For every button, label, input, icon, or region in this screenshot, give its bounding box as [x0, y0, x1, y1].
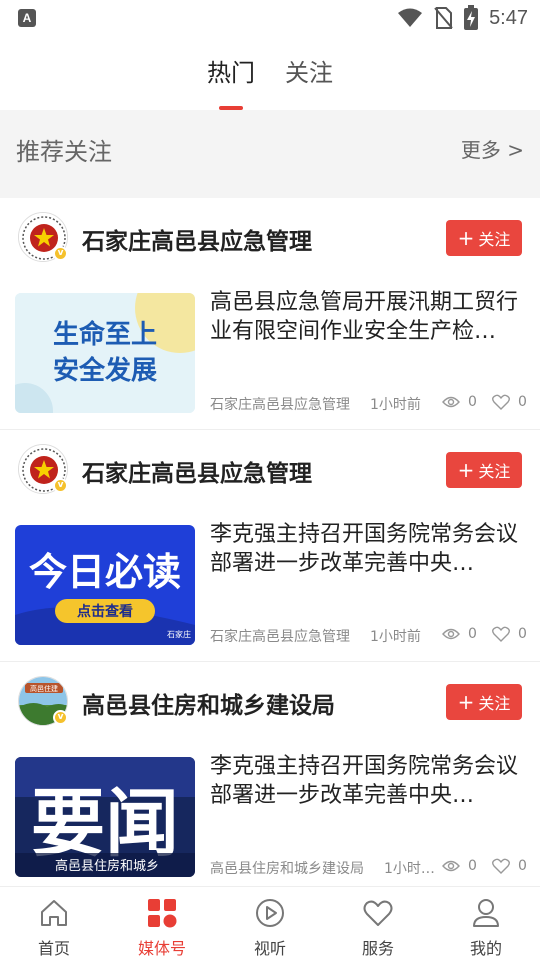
article-title[interactable]: 高邑县应急管局开展汛期工贸行业有限空间作业安全生产检…	[210, 288, 525, 346]
no-sim-icon	[434, 7, 453, 29]
views-count: 0	[442, 858, 477, 874]
card-header: v 石家庄高邑县应急管理 + 关注	[0, 430, 540, 510]
recommend-header: 推荐关注 更多 >	[0, 110, 540, 198]
thumb-button: 点击查看	[77, 603, 133, 620]
battery-charging-icon	[464, 5, 479, 30]
thumbnail-art: 要闻 高邑县住房和城乡	[15, 757, 195, 877]
card-header: 高邑住建 v 高邑县住房和城乡建设局 + 关注	[0, 662, 540, 742]
article-title[interactable]: 李克强主持召开国务院常务会议 部署进一步改革完善中央…	[210, 520, 525, 578]
nav-profile[interactable]: 我的	[432, 887, 540, 960]
org-name[interactable]: 石家庄高邑县应急管理	[82, 454, 312, 488]
thumbnail-art: 生命至上 安全发展	[15, 293, 195, 413]
article-source: 石家庄高邑县应急管理	[210, 629, 350, 645]
heart-outline-icon	[492, 626, 510, 642]
nav-media-label: 媒体号	[137, 939, 186, 958]
play-circle-icon	[256, 899, 284, 927]
org-name[interactable]: 高邑县住房和城乡建设局	[82, 686, 335, 720]
nav-service-label: 服务	[361, 939, 394, 958]
article-thumbnail[interactable]: 生命至上 安全发展	[15, 293, 195, 413]
views-value: 0	[468, 394, 477, 410]
status-icons: 5:47	[397, 4, 528, 32]
media-card: v 石家庄高邑县应急管理 + 关注 生命至上 安全发展 高邑县应急管局开展汛期工…	[0, 198, 540, 430]
thumbnail-art: 今日必读 点击查看 石家庄	[15, 525, 195, 645]
article-meta: 石家庄高邑县应急管理 1小时前 0 0	[210, 394, 528, 414]
article-title[interactable]: 李克强主持召开国务院常务会议 部署进一步改革完善中央…	[210, 752, 525, 810]
heart-icon	[363, 900, 393, 926]
likes-count[interactable]: 0	[492, 626, 527, 642]
top-tabs: 热门 关注	[0, 40, 540, 110]
status-time: 5:47	[489, 6, 528, 29]
card-header: v 石家庄高邑县应急管理 + 关注	[0, 198, 540, 278]
media-grid-icon	[148, 899, 177, 928]
thumb-line2: 安全发展	[53, 355, 157, 386]
views-value: 0	[468, 626, 477, 642]
home-icon	[41, 900, 67, 926]
likes-count[interactable]: 0	[492, 858, 527, 874]
thumb-caption: 高邑县住房和城乡	[55, 858, 159, 874]
nav-service[interactable]: 服务	[324, 887, 432, 960]
thumb-line1: 生命至上	[53, 319, 157, 350]
follow-label: 关注	[478, 694, 511, 713]
follow-button[interactable]: + 关注	[446, 220, 522, 256]
more-link[interactable]: 更多 >	[461, 134, 524, 163]
bottom-nav: 首页 媒体号 视听 服务 我的	[0, 886, 540, 960]
views-value: 0	[468, 858, 477, 874]
follow-button[interactable]: + 关注	[446, 452, 522, 488]
follow-label: 关注	[478, 230, 511, 249]
nav-home-label: 首页	[37, 939, 70, 958]
views-count: 0	[442, 394, 477, 410]
article-meta: 石家庄高邑县应急管理 1小时前 0 0	[210, 626, 528, 646]
wifi-icon	[398, 8, 423, 27]
eye-icon	[442, 628, 460, 640]
nav-profile-label: 我的	[469, 939, 502, 958]
recommend-title: 推荐关注	[16, 138, 112, 166]
notification-a-icon: A	[18, 9, 36, 27]
article-time: 1小时…	[384, 861, 435, 877]
status-bar: A 5:47	[0, 0, 540, 36]
plus-icon: +	[457, 226, 475, 250]
eye-icon	[442, 860, 460, 872]
article-time: 1小时前	[370, 397, 421, 413]
tab-hot[interactable]: 热门	[207, 40, 255, 110]
thumb-watermark: 石家庄	[167, 629, 191, 639]
follow-button[interactable]: + 关注	[446, 684, 522, 720]
nav-media[interactable]: 媒体号	[108, 887, 216, 960]
media-card: 高邑住建 v 高邑县住房和城乡建设局 + 关注 要闻 高邑县住房和城乡 李克强主…	[0, 662, 540, 894]
nav-video[interactable]: 视听	[216, 887, 324, 960]
heart-outline-icon	[492, 858, 510, 874]
eye-icon	[442, 396, 460, 408]
verified-badge-icon: v	[53, 710, 68, 725]
heart-outline-icon	[492, 394, 510, 410]
article-source: 高邑县住房和城乡建设局	[210, 861, 364, 877]
verified-badge-icon: v	[53, 246, 68, 261]
likes-value: 0	[518, 858, 527, 874]
follow-label: 关注	[478, 462, 511, 481]
nav-video-label: 视听	[253, 939, 286, 958]
media-card: v 石家庄高邑县应急管理 + 关注 今日必读 点击查看 石家庄 李克强主持召开国…	[0, 430, 540, 662]
plus-icon: +	[457, 690, 475, 714]
svg-text:高邑住建: 高邑住建	[30, 684, 58, 693]
article-thumbnail[interactable]: 今日必读 点击查看 石家庄	[15, 525, 195, 645]
plus-icon: +	[457, 458, 475, 482]
likes-count[interactable]: 0	[492, 394, 527, 410]
verified-badge-icon: v	[53, 478, 68, 493]
tab-follow[interactable]: 关注	[285, 40, 333, 110]
article-source: 石家庄高邑县应急管理	[210, 397, 350, 413]
profile-icon	[473, 899, 499, 927]
likes-value: 0	[518, 626, 527, 642]
nav-home[interactable]: 首页	[0, 887, 108, 960]
views-count: 0	[442, 626, 477, 642]
org-name[interactable]: 石家庄高邑县应急管理	[82, 222, 312, 256]
article-time: 1小时前	[370, 629, 421, 645]
thumb-line1: 今日必读	[29, 550, 181, 594]
likes-value: 0	[518, 394, 527, 410]
article-meta: 高邑县住房和城乡建设局 1小时… 0 0	[210, 858, 528, 878]
article-thumbnail[interactable]: 要闻 高邑县住房和城乡	[15, 757, 195, 877]
